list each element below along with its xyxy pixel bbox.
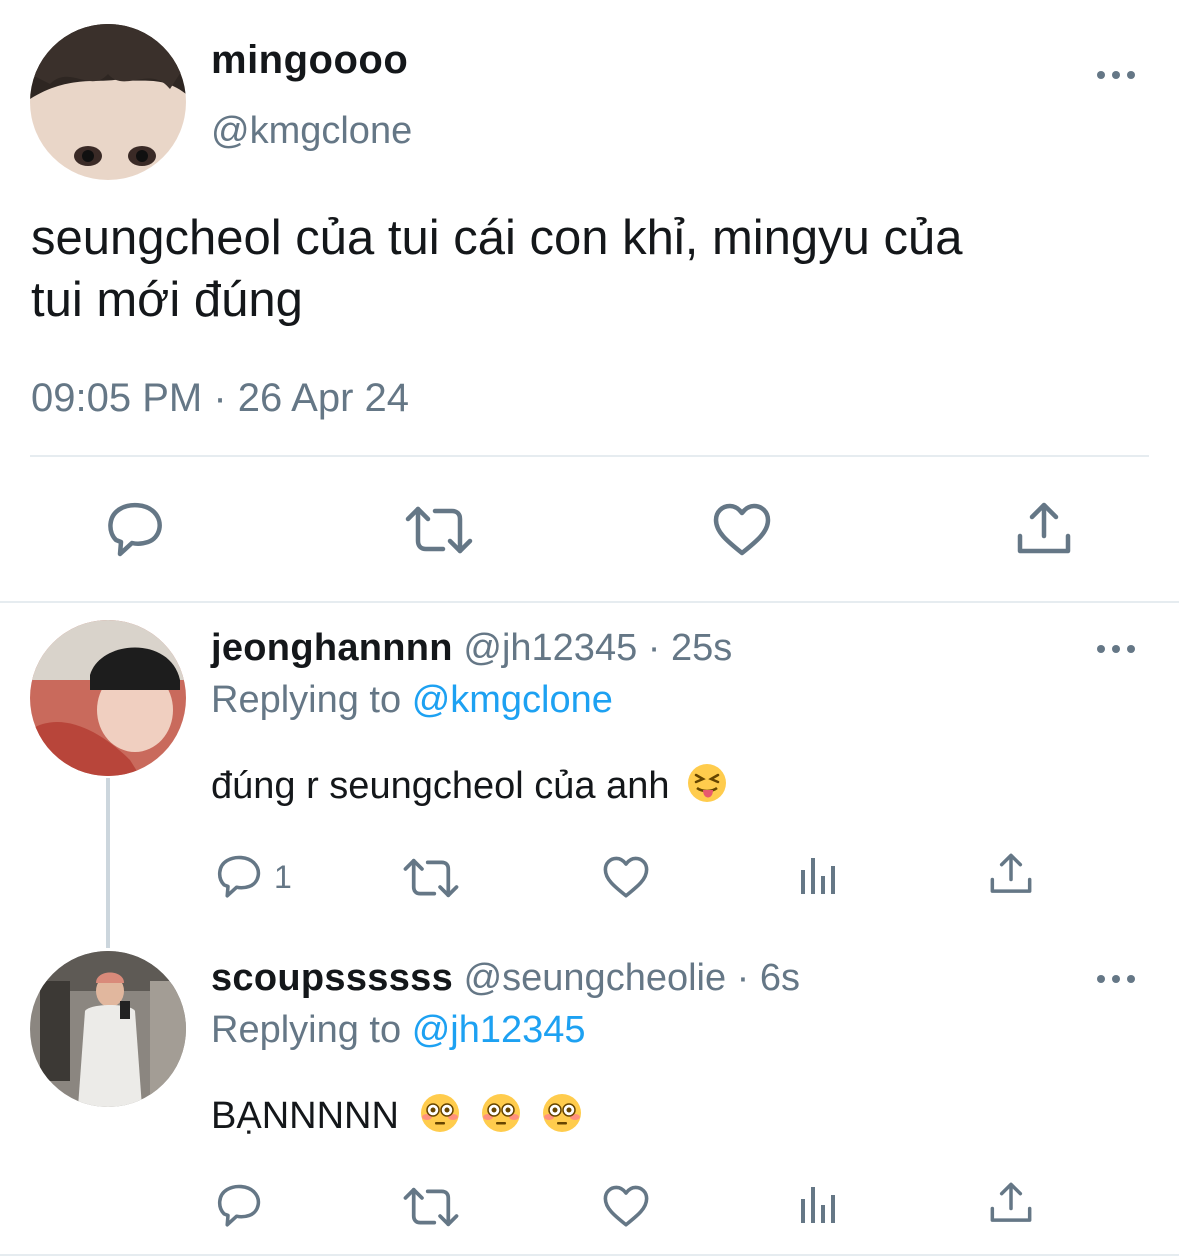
section-divider	[0, 601, 1179, 603]
reply1-more-icon[interactable]	[1097, 642, 1137, 654]
reply2-analytics-icon[interactable]	[800, 1185, 838, 1225]
reply1-analytics-icon[interactable]	[800, 856, 838, 896]
reply2-text: BẠNNNNN	[211, 1095, 399, 1138]
flushed-face-emoji	[419, 1092, 461, 1144]
main-timestamp[interactable]: 09:05 PM · 26 Apr 24	[31, 376, 409, 421]
reply2-text-row: BẠNNNNN	[211, 1092, 583, 1144]
reply1-like-icon[interactable]	[603, 856, 649, 899]
reply1-handle[interactable]: @jh12345	[463, 627, 637, 669]
reply2-replying-prefix: Replying to	[211, 1009, 402, 1051]
reply2-like-icon[interactable]	[603, 1185, 649, 1228]
reply1-replying-prefix: Replying to	[211, 679, 402, 721]
main-handle[interactable]: @kmgclone	[211, 110, 412, 153]
reply2-more-icon[interactable]	[1097, 972, 1137, 984]
main-tweet-text-line2: tui mới đúng	[31, 273, 303, 327]
reply1-reply-count: 1	[274, 859, 292, 895]
thread-line	[106, 778, 110, 948]
bottom-divider	[0, 1254, 1179, 1256]
reply1-reply-icon[interactable]	[216, 855, 262, 899]
squinting-tongue-emoji	[686, 762, 728, 814]
reply2-replying-link[interactable]: @jh12345	[412, 1009, 586, 1051]
reply1-text: đúng r seungcheol của anh	[211, 765, 670, 808]
reply2-reply-icon[interactable]	[216, 1184, 262, 1228]
reply1-text-row: đúng r seungcheol của anh	[211, 762, 728, 814]
reply-icon[interactable]	[106, 502, 164, 558]
like-icon[interactable]	[713, 503, 771, 557]
reply2-handle[interactable]: @seungcheolie	[464, 957, 727, 999]
reply2-display-name[interactable]: scoupssssss	[211, 957, 453, 999]
main-more-icon[interactable]	[1097, 68, 1137, 80]
reply1-avatar[interactable]	[30, 620, 186, 776]
reply2-replying-to: Replying to @jh12345	[211, 1009, 586, 1052]
main-tweet-text-line1: seungcheol của tui cái con khỉ, mingyu c…	[31, 211, 963, 265]
reply1-replying-to: Replying to @kmgclone	[211, 679, 613, 722]
reply2-avatar[interactable]	[30, 951, 186, 1107]
retweet-icon[interactable]	[405, 505, 473, 555]
reply2-header: scoupssssss @seungcheolie · 6s	[211, 957, 800, 1000]
main-divider	[30, 455, 1149, 457]
reply1-display-name[interactable]: jeonghannnn	[211, 627, 453, 669]
share-icon[interactable]	[1017, 502, 1071, 556]
reply1-retweet-icon[interactable]	[403, 857, 459, 899]
reply1-time[interactable]: · 25s	[648, 627, 732, 669]
reply2-time[interactable]: · 6s	[737, 957, 800, 999]
main-display-name[interactable]: mingoooo	[211, 38, 408, 83]
reply2-share-icon[interactable]	[990, 1182, 1032, 1224]
reply1-share-icon[interactable]	[990, 853, 1032, 895]
reply1-header: jeonghannnn @jh12345 · 25s	[211, 627, 732, 670]
flushed-face-emoji	[480, 1092, 522, 1144]
flushed-face-emoji	[541, 1092, 583, 1144]
main-avatar[interactable]	[30, 24, 186, 180]
reply1-replying-link[interactable]: @kmgclone	[412, 679, 613, 721]
reply2-retweet-icon[interactable]	[403, 1186, 459, 1228]
